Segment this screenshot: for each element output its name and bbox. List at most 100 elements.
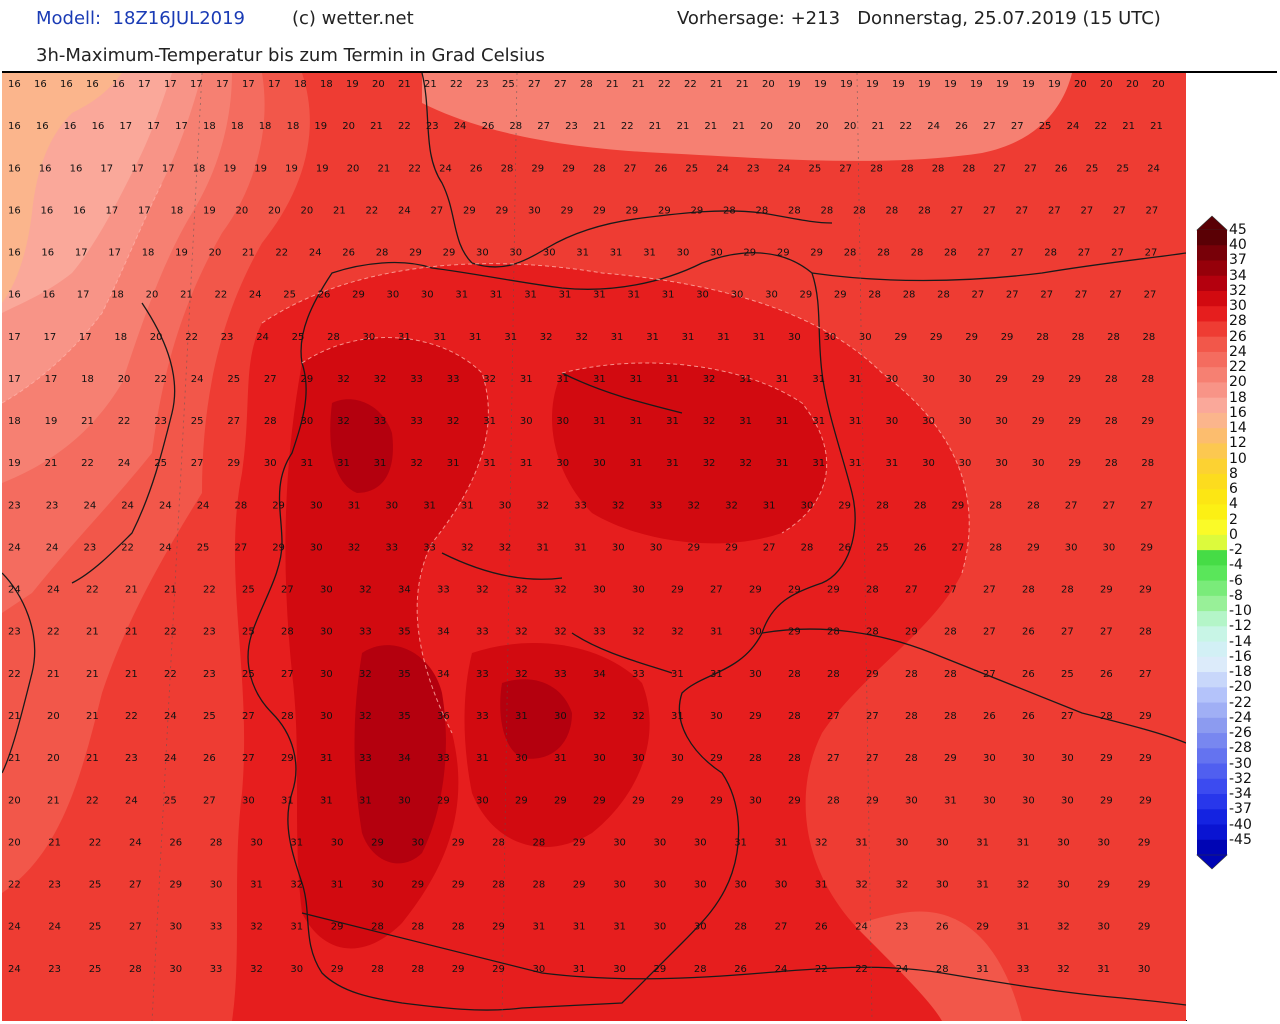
temperature-value: 29 xyxy=(573,837,586,848)
temperature-value: 21 xyxy=(86,669,99,680)
temperature-value: 28 xyxy=(593,163,606,174)
temperature-value: 28 xyxy=(911,248,924,259)
temperature-value: 27 xyxy=(242,753,255,764)
temperature-value: 32 xyxy=(703,374,716,385)
temperature-value: 16 xyxy=(39,163,52,174)
temperature-value: 32 xyxy=(337,416,350,427)
temperature-value: 31 xyxy=(520,458,533,469)
temperature-value: 30 xyxy=(533,964,546,975)
temperature-value: 27 xyxy=(203,795,216,806)
temperature-value: 30 xyxy=(1022,753,1035,764)
temperature-value: 30 xyxy=(995,416,1008,427)
temperature-value: 17 xyxy=(216,79,229,90)
temperature-value: 29 xyxy=(1139,795,1152,806)
temperature-value: 27 xyxy=(1075,290,1088,301)
temperature-value: 32 xyxy=(671,627,684,638)
temperature-value: 31 xyxy=(610,248,623,259)
temperature-value: 27 xyxy=(983,627,996,638)
temperature-value: 26 xyxy=(1022,711,1035,722)
temperature-value: 20 xyxy=(1100,79,1113,90)
temperature-value: 27 xyxy=(763,543,776,554)
temperature-value: 24 xyxy=(197,500,210,511)
temperature-value: 31 xyxy=(776,374,789,385)
temperature-value: 26 xyxy=(1022,669,1035,680)
temperature-value: 31 xyxy=(573,922,586,933)
temperature-value: 20 xyxy=(1126,79,1139,90)
temperature-value: 29 xyxy=(443,248,456,259)
temperature-value: 30 xyxy=(520,416,533,427)
temperature-value: 24 xyxy=(121,500,134,511)
legend-bottom-arrow xyxy=(1196,854,1228,870)
legend-swatch xyxy=(1197,733,1227,749)
temperature-value: 27 xyxy=(129,922,142,933)
temperature-value: 30 xyxy=(734,880,747,891)
temperature-value: 28 xyxy=(876,500,889,511)
temperature-value: 27 xyxy=(1006,290,1019,301)
temperature-value: 21 xyxy=(47,669,60,680)
temperature-value: 33 xyxy=(385,543,398,554)
temperature-value: 31 xyxy=(710,627,723,638)
temperature-value: 23 xyxy=(48,964,61,975)
temperature-value: 30 xyxy=(1057,837,1070,848)
temperature-map[interactable]: 16 16 16 16 16 17 17 17 17 17 17 18 18 19 20 21 21 22 23 25… xyxy=(2,73,1186,1021)
temperature-value: 30 xyxy=(509,248,522,259)
legend-swatch xyxy=(1197,260,1227,277)
temperature-value: 29 xyxy=(169,880,182,891)
temperature-value: 26 xyxy=(169,837,182,848)
temperature-value: 20 xyxy=(301,205,314,216)
temperature-value: 17 xyxy=(75,248,88,259)
temperature-value: 27 xyxy=(905,585,918,596)
temperature-value: 25 xyxy=(242,585,255,596)
temperature-value: 30 xyxy=(677,248,690,259)
legend-swatch xyxy=(1197,504,1227,521)
temperature-value: 26 xyxy=(1100,669,1113,680)
temperature-value: 24 xyxy=(309,248,322,259)
temperature-value: 30 xyxy=(1022,795,1035,806)
temperature-value: 36 xyxy=(437,711,450,722)
legend-label: 0 xyxy=(1229,526,1238,543)
temperature-value: 29 xyxy=(710,753,723,764)
temperature-value: 20 xyxy=(8,795,21,806)
temperature-value: 31 xyxy=(666,416,679,427)
temperature-value: 29 xyxy=(452,964,465,975)
temperature-value: 16 xyxy=(42,290,55,301)
temperature-value: 29 xyxy=(749,585,762,596)
temperature-value: 31 xyxy=(469,332,482,343)
temperature-value: 30 xyxy=(556,416,569,427)
temperature-value: 25 xyxy=(1086,163,1099,174)
temperature-value: 31 xyxy=(775,837,788,848)
temperature-value: 23 xyxy=(8,500,21,511)
temperature-value: 21 xyxy=(632,79,645,90)
legend-swatch xyxy=(1197,748,1227,765)
temperature-value: 28 xyxy=(1022,585,1035,596)
temperature-value: 31 xyxy=(490,290,503,301)
temperature-value: 24 xyxy=(1147,163,1160,174)
temperature-value: 30 xyxy=(421,290,434,301)
temperature-value: 29 xyxy=(452,837,465,848)
legend-swatch xyxy=(1197,809,1227,826)
temperature-value: 29 xyxy=(976,922,989,933)
temperature-value: 30 xyxy=(593,753,606,764)
temperature-value: 32 xyxy=(612,500,625,511)
temperature-value: 31 xyxy=(593,374,606,385)
temperature-value: 29 xyxy=(1140,543,1153,554)
temperature-value: 21 xyxy=(47,795,60,806)
temperature-value: 31 xyxy=(739,374,752,385)
legend-swatch xyxy=(1197,687,1227,704)
temperature-value: 31 xyxy=(461,500,474,511)
color-legend: 45 40 37 34 32 30 28 26 24 22 20 18 16 14 12 10 8 6 4 2 0 -2-… xyxy=(1187,73,1277,1021)
temperature-value: 28 xyxy=(411,922,424,933)
temperature-value: 32 xyxy=(855,880,868,891)
temperature-value: 32 xyxy=(1057,922,1070,933)
temperature-value: 33 xyxy=(650,500,663,511)
temperature-value: 29 xyxy=(1138,837,1151,848)
temperature-value: 32 xyxy=(359,669,372,680)
temperature-value: 29 xyxy=(725,543,738,554)
temperature-value: 30 xyxy=(886,416,899,427)
temperature-value: 24 xyxy=(125,795,138,806)
temperature-value: 27 xyxy=(624,163,637,174)
temperature-value: 29 xyxy=(710,795,723,806)
temperature-value: 22 xyxy=(658,79,671,90)
temperature-value: 27 xyxy=(554,79,567,90)
temperature-value: 21 xyxy=(736,79,749,90)
